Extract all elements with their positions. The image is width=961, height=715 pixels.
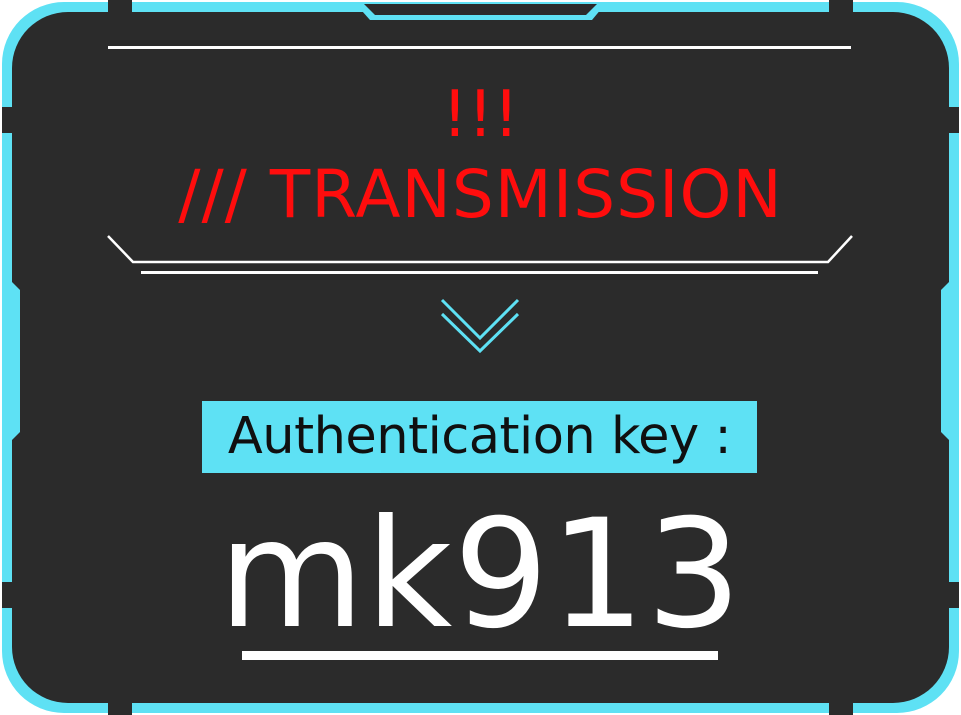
top-divider bbox=[108, 46, 851, 49]
left-side-tab bbox=[12, 282, 20, 440]
frame-notch bbox=[108, 0, 132, 12]
frame-notch bbox=[829, 0, 853, 12]
frame-notch bbox=[108, 703, 132, 715]
frame-notch bbox=[829, 703, 853, 715]
authentication-key-label: Authentication key : bbox=[202, 401, 757, 473]
transmission-title: /// TRANSMISSION bbox=[178, 156, 783, 233]
alert-marks: !!! bbox=[442, 78, 519, 152]
key-underline bbox=[242, 651, 718, 660]
right-side-tab bbox=[941, 282, 949, 440]
top-center-tab-inner bbox=[364, 4, 597, 15]
transmission-panel: !!! /// TRANSMISSION Authentication key … bbox=[0, 0, 961, 715]
title-under-divider bbox=[141, 271, 818, 274]
authentication-key-value: mk913 bbox=[218, 488, 743, 662]
